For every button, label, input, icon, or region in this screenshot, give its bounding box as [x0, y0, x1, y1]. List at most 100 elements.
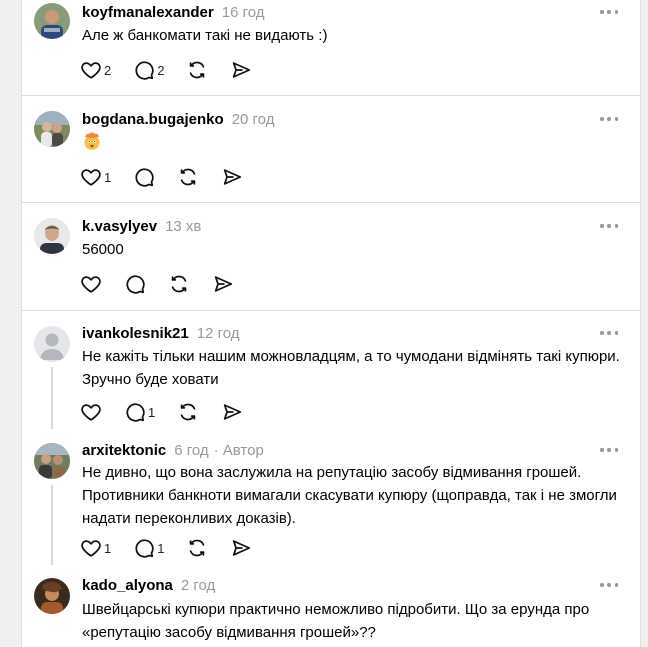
share-button[interactable] — [221, 401, 243, 423]
timestamp[interactable]: 20 год — [232, 111, 275, 128]
action-bar — [80, 272, 256, 296]
share-button[interactable] — [221, 166, 243, 188]
repost-button[interactable] — [168, 273, 190, 295]
comment-post: arxitektonic 6 год · Автор Не дивно, що … — [22, 436, 640, 566]
avatar[interactable] — [34, 111, 70, 147]
more-options-icon[interactable] — [600, 580, 618, 590]
reply-count: 1 — [157, 540, 165, 556]
like-button[interactable] — [80, 273, 102, 295]
share-button[interactable] — [212, 273, 234, 295]
comment-text: Але ж банкомати такі не видають :) — [82, 27, 328, 44]
timestamp[interactable]: 16 год — [222, 4, 265, 21]
like-button[interactable]: 2 — [80, 59, 111, 81]
avatar[interactable] — [34, 326, 70, 362]
like-button[interactable]: 1 — [80, 537, 111, 559]
heart-icon — [80, 273, 102, 295]
repost-icon — [186, 59, 208, 81]
comment-text: Швейцарські купюри практично неможливо п… — [82, 601, 590, 641]
repost-icon — [186, 537, 208, 559]
reply-button[interactable]: 2 — [133, 59, 164, 81]
exploding-head-emoji — [84, 132, 100, 150]
comment-text: 56000 — [82, 241, 124, 258]
comment-header: bogdana.bugajenko 20 год — [82, 108, 274, 130]
action-bar: 2 2 — [80, 58, 274, 82]
share-button[interactable] — [230, 537, 252, 559]
timestamp[interactable]: 12 год — [197, 325, 240, 342]
comment-text — [82, 131, 624, 158]
comment-header: koyfmanalexander 16 год — [82, 1, 265, 23]
heart-icon — [80, 166, 102, 188]
username[interactable]: arxitektonic — [82, 442, 166, 459]
heart-icon — [80, 537, 102, 559]
action-bar: 1 — [80, 165, 265, 189]
reply-button[interactable]: 1 — [124, 401, 155, 423]
comment-post: kado_alyona 2 год Швейцарські купюри пра… — [22, 566, 640, 647]
timestamp[interactable]: 13 хв — [165, 218, 201, 235]
comment-post: k.vasylyev 13 хв 56000 — [22, 203, 640, 310]
comment-icon — [133, 59, 155, 81]
comment-post: bogdana.bugajenko 20 год 1 — [22, 96, 640, 202]
avatar[interactable] — [34, 3, 70, 39]
username[interactable]: kado_alyona — [82, 577, 173, 594]
more-options-icon[interactable] — [600, 7, 618, 17]
comments-feed: koyfmanalexander 16 год Але ж банкомати … — [0, 0, 648, 647]
comment-icon — [124, 273, 146, 295]
more-options-icon[interactable] — [600, 221, 618, 231]
repost-button[interactable] — [177, 401, 199, 423]
action-bar: 1 1 — [80, 536, 274, 560]
right-panel-edge — [640, 0, 648, 647]
reply-button[interactable]: 1 — [133, 537, 164, 559]
comment-icon — [124, 401, 146, 423]
comment-text: Не кажіть тільки нашим можновладцям, а т… — [82, 348, 620, 388]
reply-count: 2 — [157, 62, 165, 78]
author-badge: · Автор — [213, 441, 264, 459]
like-count: 2 — [104, 62, 112, 78]
comment-post: ivankolesnik21 12 год Не кажіть тільки н… — [22, 311, 640, 436]
reply-button[interactable] — [133, 166, 155, 188]
username[interactable]: k.vasylyev — [82, 218, 157, 235]
repost-button[interactable] — [177, 166, 199, 188]
repost-icon — [177, 401, 199, 423]
left-panel-edge — [0, 0, 22, 647]
comment-header: kado_alyona 2 год — [82, 574, 215, 596]
more-options-icon[interactable] — [600, 114, 618, 124]
comment-header: ivankolesnik21 12 год — [82, 322, 240, 344]
share-button[interactable] — [230, 59, 252, 81]
share-icon — [221, 166, 243, 188]
username[interactable]: bogdana.bugajenko — [82, 111, 224, 128]
heart-icon — [80, 59, 102, 81]
avatar[interactable] — [34, 218, 70, 254]
share-icon — [221, 401, 243, 423]
avatar[interactable] — [34, 443, 70, 479]
comment-header: arxitektonic 6 год · Автор — [82, 439, 264, 461]
like-count: 1 — [104, 169, 112, 185]
like-count: 1 — [104, 540, 112, 556]
share-icon — [212, 273, 234, 295]
comment-text: Не дивно, що вона заслужила на репутацію… — [82, 464, 617, 527]
like-button[interactable] — [80, 401, 102, 423]
repost-button[interactable] — [186, 537, 208, 559]
timestamp[interactable]: 2 год — [181, 577, 215, 594]
avatar[interactable] — [34, 578, 70, 614]
comment-header: k.vasylyev 13 хв — [82, 215, 201, 237]
heart-icon — [80, 401, 102, 423]
thread-line — [51, 485, 53, 565]
repost-button[interactable] — [186, 59, 208, 81]
username[interactable]: ivankolesnik21 — [82, 325, 189, 342]
comment-post: koyfmanalexander 16 год Але ж банкомати … — [22, 0, 640, 95]
username[interactable]: koyfmanalexander — [82, 4, 214, 21]
reply-button[interactable] — [124, 273, 146, 295]
more-options-icon[interactable] — [600, 328, 618, 338]
comment-icon — [133, 537, 155, 559]
thread-line — [51, 367, 53, 429]
like-button[interactable]: 1 — [80, 166, 111, 188]
action-bar: 1 — [80, 400, 265, 424]
repost-icon — [168, 273, 190, 295]
more-options-icon[interactable] — [600, 445, 618, 455]
share-icon — [230, 537, 252, 559]
reply-count: 1 — [148, 404, 156, 420]
timestamp[interactable]: 6 год — [174, 442, 208, 459]
repost-icon — [177, 166, 199, 188]
comment-icon — [133, 166, 155, 188]
share-icon — [230, 59, 252, 81]
